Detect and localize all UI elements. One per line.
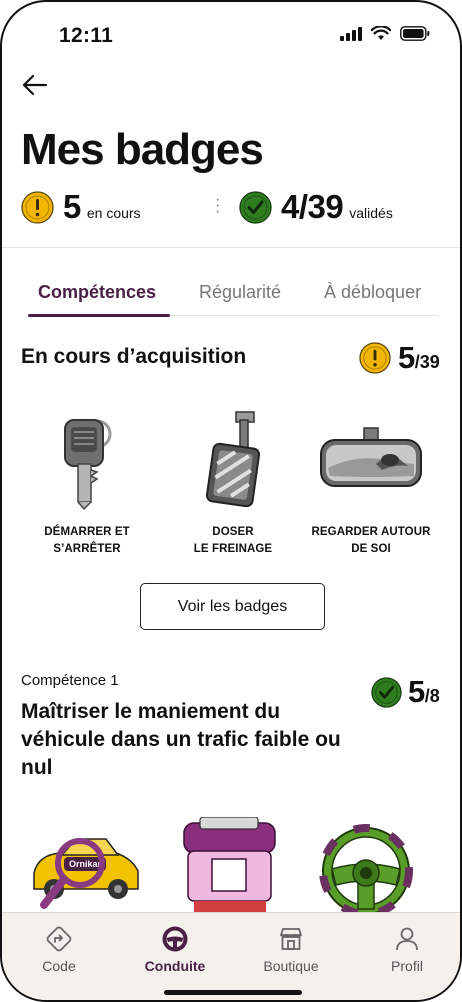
competence-label: Compétence 1: [21, 672, 119, 689]
acquisition-count-value: 5: [398, 340, 415, 375]
view-badges-button[interactable]: Voir les badges: [140, 583, 325, 630]
badge-label: DÉMARRER ET S’ARRÊTER: [44, 526, 130, 555]
page-title: Mes badges: [21, 125, 264, 174]
nav-label: Code: [42, 958, 76, 974]
competence-illustrations: Ornikar: [2, 817, 460, 918]
validated-label: validés: [349, 205, 393, 221]
steering-wheel-icon: [319, 824, 413, 918]
competence-count: 5 /8: [371, 674, 440, 710]
phone-screen: 12:11 Mes badges 5 en cours · · · 4/39 v…: [0, 0, 462, 1002]
badge-label: DOSER LE FREINAGE: [193, 526, 273, 555]
status-bar: 12:11: [2, 2, 460, 60]
in-progress-stat: 5 en cours: [21, 188, 141, 226]
ornikar-car-magnifier-icon: Ornikar: [33, 838, 139, 909]
status-icons: [340, 26, 430, 41]
nav-item-boutique[interactable]: Boutique: [246, 925, 336, 974]
validated-stat: 4/39 validés: [239, 188, 393, 226]
nav-label: Conduite: [144, 958, 206, 974]
badge-label: REGARDER AUTOUR DE SOI: [311, 526, 431, 555]
in-progress-count: 5: [63, 188, 81, 225]
acquisition-title: En cours d’acquisition: [21, 345, 247, 368]
competence-count-total: /8: [424, 686, 440, 706]
nav-label: Profil: [391, 958, 423, 974]
badge-tabs: Compétences Régularité À débloquer: [28, 272, 438, 317]
separator-dots-icon: · · ·: [215, 191, 221, 220]
nav-item-conduite[interactable]: Conduite: [130, 925, 220, 974]
validated-count: 4/39: [281, 188, 344, 225]
pending-coin-icon: [359, 342, 391, 374]
active-tab-indicator: [28, 314, 170, 317]
badge-summary: 5 en cours · · · 4/39 validés: [21, 188, 441, 228]
nav-item-profil[interactable]: Profil: [362, 925, 452, 974]
nav-label: Boutique: [263, 958, 319, 974]
status-time: 12:11: [59, 24, 114, 47]
badge-freinage[interactable]: DOSER LE FREINAGE: [163, 407, 303, 558]
code-icon: [46, 926, 72, 952]
tab-a-debloquer[interactable]: À débloquer: [324, 282, 421, 303]
brake-pedal-icon: [205, 410, 261, 507]
pending-coin-icon: [21, 190, 54, 224]
badge-regarder[interactable]: REGARDER AUTOUR DE SOI: [301, 407, 441, 558]
acquisition-count-total: /39: [414, 352, 440, 372]
seatbelt-icon: [183, 817, 276, 915]
wifi-icon: [371, 26, 391, 40]
car-key-icon: [64, 418, 112, 510]
rearview-mirror-icon: [320, 426, 422, 487]
tab-competences[interactable]: Compétences: [38, 282, 156, 303]
header-divider: [2, 247, 460, 248]
acquisition-count: 5 /39: [359, 340, 440, 376]
back-button[interactable]: [18, 68, 52, 102]
validated-coin-icon: [239, 190, 272, 224]
badge-demarrer[interactable]: DÉMARRER ET S’ARRÊTER: [17, 407, 157, 558]
tab-regularite[interactable]: Régularité: [199, 282, 281, 303]
in-progress-label: en cours: [86, 205, 141, 221]
cellular-signal-icon: [340, 26, 362, 41]
home-indicator: [164, 990, 302, 995]
shop-icon: [280, 928, 302, 950]
steering-wheel-icon: [162, 926, 188, 952]
arrow-left-icon: [22, 74, 48, 96]
nav-item-code[interactable]: Code: [14, 925, 104, 974]
badge-list: DÉMARRER ET S’ARRÊTER DOSER LE FREINAGE: [2, 407, 460, 567]
bottom-nav: Code Conduite Boutique Profil: [2, 912, 460, 1000]
competence-count-value: 5: [408, 674, 425, 709]
validated-coin-icon: [371, 676, 402, 708]
competence-title: Maîtriser le maniement du véhicule dans …: [21, 700, 341, 779]
profile-icon: [396, 927, 418, 951]
battery-icon: [400, 26, 430, 41]
ornikar-logo-text: Ornikar: [69, 859, 102, 869]
